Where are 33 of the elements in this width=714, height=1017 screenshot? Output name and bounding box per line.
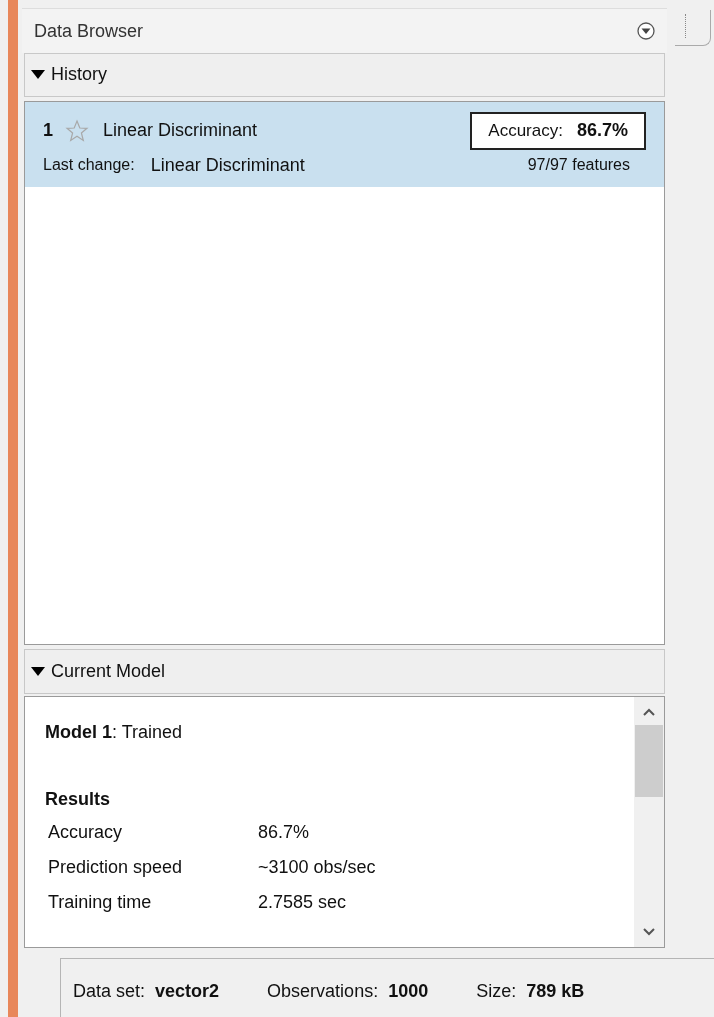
section-header[interactable]: Current Model — [51, 658, 166, 686]
result-value: 86.7% — [258, 821, 311, 845]
status-value: 1000 — [388, 980, 429, 1004]
scroll-up-icon[interactable] — [642, 707, 656, 718]
last-change-value: Linear Discriminant — [150, 153, 305, 177]
status-value: vector2 — [155, 980, 220, 1004]
status-label: Data set: — [73, 980, 146, 1004]
history-item[interactable]: 1 Linear Discriminant Accuracy: 86.7% Last change: Linear Discriminant 97/97 features — [25, 101, 664, 187]
accuracy-value: 86.7% — [576, 119, 628, 142]
result-value: 2.7585 sec — [258, 891, 348, 915]
scroll-down-icon[interactable] — [642, 926, 656, 937]
results-heading: Results — [45, 788, 112, 812]
result-label: Accuracy — [48, 821, 124, 845]
collapse-icon[interactable] — [31, 69, 45, 80]
accuracy-label: Accuracy: — [488, 119, 563, 142]
status-label: Observations: — [267, 980, 379, 1004]
scrollbar[interactable] — [634, 697, 664, 947]
scroll-thumb[interactable] — [635, 725, 663, 798]
panel-title: Data Browser — [34, 19, 144, 43]
model-name: Linear Discriminant — [103, 119, 258, 142]
section-header[interactable]: History — [51, 61, 107, 89]
dropdown-icon[interactable] — [637, 22, 655, 41]
result-label: Training time — [48, 891, 153, 915]
feature-count: 97/97 features — [527, 155, 630, 175]
last-change-label: Last change: — [43, 155, 135, 175]
collapse-icon[interactable] — [31, 666, 45, 677]
result-value: ~3100 obs/sec — [258, 856, 377, 880]
status-label: Size: — [476, 980, 517, 1004]
model-number: 1 — [43, 119, 53, 142]
status-value: 789 kB — [526, 980, 585, 1004]
result-label: Prediction speed — [48, 856, 184, 880]
model-status: Model 1: Trained — [45, 721, 184, 745]
star-icon[interactable] — [65, 118, 89, 143]
